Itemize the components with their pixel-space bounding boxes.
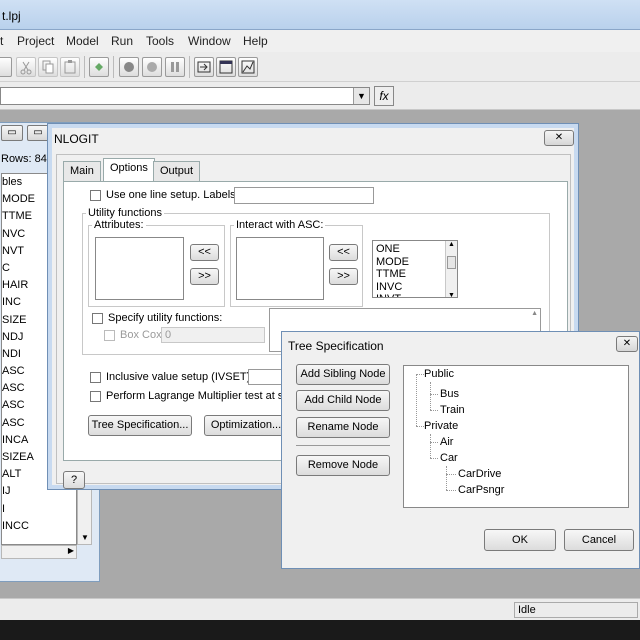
paste-icon[interactable]: [60, 57, 80, 77]
restore-icon[interactable]: ▭: [27, 125, 49, 141]
utility-functions-label: Utility functions: [86, 207, 164, 219]
tree-view[interactable]: Public Bus Train Private Air Car CarDriv…: [403, 365, 629, 508]
tree-dialog-body: Add Sibling Node Add Child Node Rename N…: [290, 356, 636, 566]
tree-node-public[interactable]: Public: [424, 368, 454, 380]
menu-item-project[interactable]: Project: [17, 34, 54, 48]
use-one-line-label: Use one line setup. Labels:: [106, 189, 239, 201]
add-attribute-button[interactable]: >>: [190, 268, 219, 285]
close-icon[interactable]: ✕: [544, 130, 574, 146]
specify-utility-label: Specify utility functions:: [108, 312, 223, 324]
add-interact-button[interactable]: >>: [329, 268, 358, 285]
tree-node-train[interactable]: Train: [440, 404, 465, 416]
lagrange-label: Perform Lagrange Multiplier test at star…: [106, 390, 300, 402]
remove-node-button[interactable]: Remove Node: [296, 455, 390, 476]
rename-node-button[interactable]: Rename Node: [296, 417, 390, 438]
divider: [296, 445, 390, 446]
attributes-label: Attributes:: [92, 219, 146, 231]
import-icon[interactable]: [194, 57, 214, 77]
pause-icon[interactable]: [165, 57, 185, 77]
horizontal-scrollbar[interactable]: ▶: [1, 545, 77, 559]
use-one-line-checkbox[interactable]: [90, 190, 101, 201]
cancel-button[interactable]: Cancel: [564, 529, 634, 551]
record-icon[interactable]: [119, 57, 139, 77]
tab-main[interactable]: Main: [63, 161, 101, 181]
ok-button[interactable]: OK: [484, 529, 556, 551]
scroll-thumb[interactable]: [447, 256, 456, 269]
remove-interact-button[interactable]: <<: [329, 244, 358, 261]
copy-icon[interactable]: [38, 57, 58, 77]
box-cox-label: Box Cox: [120, 329, 162, 341]
scroll-up-icon[interactable]: ▲: [531, 310, 538, 317]
menu-item-edit[interactable]: t: [0, 34, 3, 48]
optimization-button[interactable]: Optimization...: [204, 415, 288, 436]
tree-specification-dialog: Tree Specification ✕ Add Sibling Node Ad…: [281, 331, 640, 569]
taskbar-strip: [0, 620, 640, 640]
tab-output[interactable]: Output: [153, 161, 201, 181]
help-button[interactable]: ?: [63, 471, 85, 489]
list-item[interactable]: INCC: [2, 518, 76, 535]
scroll-down-icon[interactable]: ▼: [81, 533, 89, 542]
scroll-right-icon[interactable]: ▶: [68, 546, 74, 555]
add-sibling-node-button[interactable]: Add Sibling Node: [296, 364, 390, 385]
labels-input[interactable]: [234, 187, 374, 204]
lagrange-checkbox[interactable]: [90, 391, 101, 402]
nlogit-dialog-title: NLOGIT: [54, 132, 99, 146]
menu-item-tools[interactable]: Tools: [146, 34, 174, 48]
list-item[interactable]: I: [2, 501, 76, 518]
interact-asc-label: Interact with ASC:: [234, 219, 326, 231]
tree-node-carpsngr[interactable]: CarPsngr: [458, 484, 504, 496]
menu-item-model[interactable]: Model: [66, 34, 99, 48]
window-title: t.lpj: [2, 9, 21, 23]
variables-listbox[interactable]: ONEMODETTMEINVCINVT ▲ ▼: [372, 240, 458, 298]
rows-count-label: Rows: 840: [1, 153, 53, 165]
close-icon[interactable]: ✕: [616, 336, 638, 352]
tree-specification-button[interactable]: Tree Specification...: [88, 415, 192, 436]
command-input[interactable]: ▼: [0, 87, 370, 105]
specify-utility-checkbox[interactable]: [92, 313, 103, 324]
chevron-down-icon[interactable]: ▼: [353, 88, 369, 104]
tree-node-car[interactable]: Car: [440, 452, 458, 464]
scroll-up-icon[interactable]: ▲: [448, 241, 455, 248]
status-bar: Idle: [0, 598, 640, 620]
function-button[interactable]: fx: [374, 86, 394, 106]
run-icon[interactable]: [89, 57, 109, 77]
chart-icon[interactable]: [238, 57, 258, 77]
main-title-bar: t.lpj: [0, 0, 640, 30]
command-bar: ▼ fx: [0, 82, 640, 110]
save-icon[interactable]: [0, 57, 12, 77]
toolbar: [0, 52, 640, 82]
inclusive-value-checkbox[interactable]: [90, 372, 101, 383]
cut-icon[interactable]: [16, 57, 36, 77]
status-text: Idle: [514, 602, 638, 618]
menu-item-window[interactable]: Window: [188, 34, 231, 48]
menu-item-run[interactable]: Run: [111, 34, 133, 48]
add-child-node-button[interactable]: Add Child Node: [296, 390, 390, 411]
tree-dialog-title: Tree Specification: [288, 339, 384, 353]
minimize-icon[interactable]: ▭: [1, 125, 23, 141]
window-icon[interactable]: [216, 57, 236, 77]
remove-attribute-button[interactable]: <<: [190, 244, 219, 261]
attributes-listbox[interactable]: [95, 237, 184, 300]
menu-item-help[interactable]: Help: [243, 34, 268, 48]
inclusive-value-label: Inclusive value setup (IVSET):: [106, 371, 254, 383]
box-cox-checkbox[interactable]: [104, 330, 115, 341]
tree-node-cardrive[interactable]: CarDrive: [458, 468, 501, 480]
tree-node-air[interactable]: Air: [440, 436, 453, 448]
box-cox-input[interactable]: 0: [161, 327, 265, 343]
menu-bar: t Project Model Run Tools Window Help: [0, 30, 640, 52]
stop-icon[interactable]: [142, 57, 162, 77]
tab-options[interactable]: Options: [103, 158, 155, 182]
tree-node-bus[interactable]: Bus: [440, 388, 459, 400]
interact-asc-listbox[interactable]: [236, 237, 324, 300]
variables-listbox-scrollbar[interactable]: ▲ ▼: [445, 241, 457, 297]
tree-node-private[interactable]: Private: [424, 420, 458, 432]
